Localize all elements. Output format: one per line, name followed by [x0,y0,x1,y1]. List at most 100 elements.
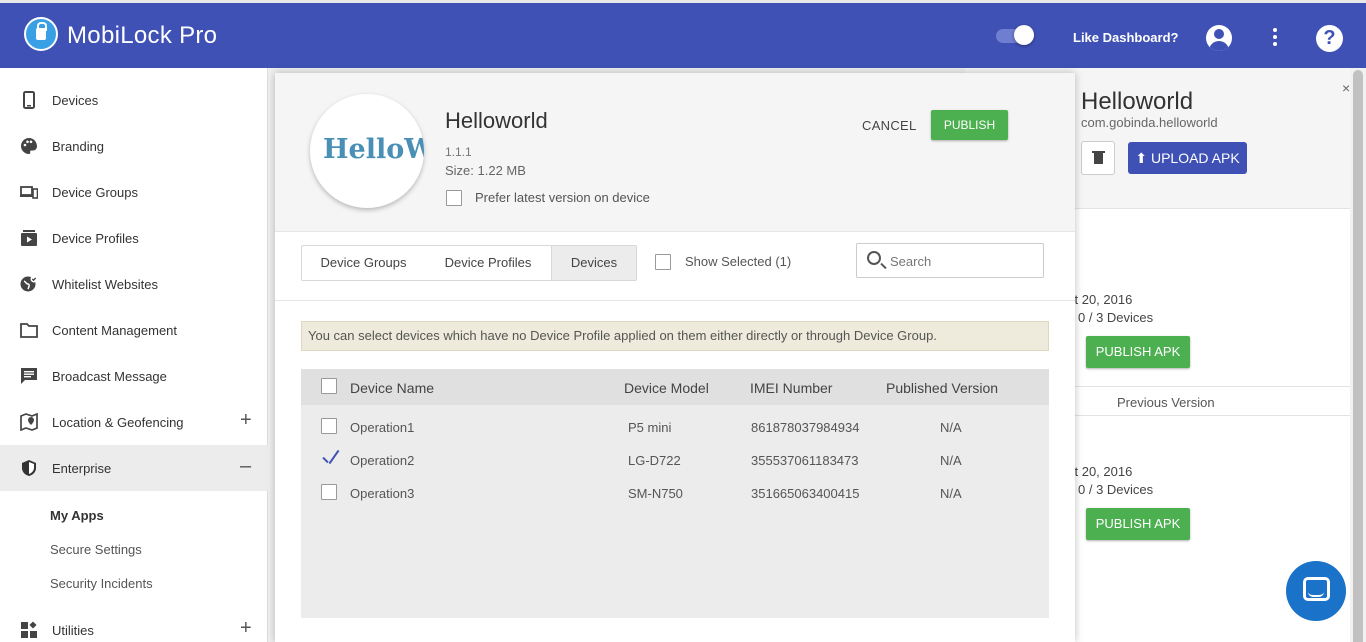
device-model-cell: P5 mini [628,420,672,435]
sidebar-subitem-secure-settings[interactable]: Secure Settings [50,542,142,557]
sidebar-item-branding[interactable]: Branding [0,123,268,169]
device-name-cell: Operation1 [350,420,415,435]
sidebar-item-label: Devices [52,93,99,108]
expand-plus-icon[interactable]: + [240,409,252,432]
show-selected-label: Show Selected (1) [685,254,792,269]
globe-check-icon [20,275,38,292]
imei-cell: 861878037984934 [751,420,860,435]
cancel-button[interactable]: CANCEL [862,118,917,133]
account-icon[interactable] [1206,25,1232,51]
sidebar-item-whitelist-websites[interactable]: Whitelist Websites [0,261,268,307]
close-icon[interactable]: × [1342,80,1350,96]
upload-apk-label: UPLOAD APK [1150,150,1240,166]
delete-button[interactable] [1081,141,1115,175]
dashboard-toggle[interactable] [996,25,1034,45]
app-package-name: com.gobinda.helloworld [1081,115,1218,130]
target-tabs: Device Groups Device Profiles Devices [301,245,637,281]
sidebar-item-devices[interactable]: Devices [0,77,268,123]
app-icon: HelloW [310,94,424,208]
sidebar-item-device-groups[interactable]: Device Groups [0,169,268,215]
device-name-cell: Operation3 [350,486,415,501]
expand-plus-icon[interactable]: + [240,617,252,640]
sidebar-item-utilities[interactable]: Utilities + [0,607,268,642]
upload-apk-button[interactable]: ⬆ UPLOAD APK [1128,142,1247,174]
publish-apk-button[interactable]: PUBLISH APK [1086,508,1190,540]
widgets-icon [21,621,37,638]
toggle-knob [1014,25,1034,45]
published-version-cell: N/A [940,486,962,501]
previous-version-label: Previous Version [1117,395,1215,410]
prefer-latest-label: Prefer latest version on device [475,190,650,205]
search-box [856,243,1044,278]
sidebar-item-enterprise[interactable]: Enterprise – [0,445,268,491]
like-dashboard-link[interactable]: Like Dashboard? [1073,30,1178,45]
palette-icon [21,138,37,154]
publish-button[interactable]: PUBLISH [931,110,1008,140]
sidebar-item-label: Utilities [52,623,94,638]
app-detail-title: Helloworld [1081,88,1194,115]
version-date: ct 20, 2016 [1068,292,1133,307]
search-input[interactable] [890,252,1035,270]
app-size: Size: 1.22 MB [445,163,526,178]
sidebar-item-location-geofencing[interactable]: Location & Geofencing + [0,399,268,445]
tab-device-groups[interactable]: Device Groups [302,246,425,280]
info-notice: You can select devices which have no Dev… [301,321,1049,351]
show-selected-checkbox[interactable] [655,254,671,270]
app-icon-text: HelloW [323,134,424,165]
sidebar: Devices Branding Device Groups Device Pr… [0,68,268,642]
sidebar-item-label: Device Groups [52,185,138,200]
published-version-cell: N/A [940,453,962,468]
sidebar-item-broadcast-message[interactable]: Broadcast Message [0,353,268,399]
row-checkbox[interactable] [321,418,337,434]
scrollbar-thumb[interactable] [1353,70,1363,642]
app-title: MobiLock Pro [67,22,218,49]
sidebar-item-label: Broadcast Message [52,369,167,384]
sidebar-item-label: Whitelist Websites [52,277,158,292]
top-app-bar: MobiLock Pro Like Dashboard? ? [0,0,1366,68]
select-all-checkbox[interactable] [321,378,337,394]
imei-cell: 355537061183473 [751,453,859,468]
collapse-minus-icon[interactable]: – [240,455,251,478]
column-header-device-model[interactable]: Device Model [624,380,709,396]
row-checkbox[interactable] [321,484,337,500]
row-checkbox-checked-icon[interactable] [320,449,342,471]
help-icon[interactable]: ? [1316,25,1343,52]
dialog-app-name: Helloworld [445,108,548,133]
map-pin-icon [20,413,38,431]
sidebar-subitem-security-incidents[interactable]: Security Incidents [50,576,153,591]
device-name-cell: Operation2 [350,453,415,468]
search-icon [867,251,881,265]
sidebar-item-device-profiles[interactable]: Device Profiles [0,215,268,261]
version-device-count: 0 / 3 Devices [1078,310,1154,325]
folder-icon [20,323,38,338]
more-vert-icon[interactable] [1268,28,1282,50]
sidebar-item-label: Enterprise [52,461,112,476]
tab-devices[interactable]: Devices [551,246,636,280]
version-device-count: 0 / 3 Devices [1078,482,1154,497]
sidebar-subitem-my-apps[interactable]: My Apps [50,508,104,523]
tab-device-profiles[interactable]: Device Profiles [425,246,551,280]
subscriptions-icon [21,230,37,246]
device-model-cell: SM-N750 [628,486,683,501]
sidebar-item-label: Content Management [52,323,178,338]
publish-apk-button[interactable]: PUBLISH APK [1086,336,1190,368]
page-scrollbar[interactable] [1350,68,1366,642]
column-header-published-version[interactable]: Published Version [886,380,998,396]
shield-icon [22,460,36,476]
sidebar-item-label: Branding [52,139,105,154]
sidebar-item-label: Location & Geofencing [52,415,184,430]
sidebar-item-label: Device Profiles [52,231,139,246]
published-version-cell: N/A [940,420,962,435]
chat-launcher-button[interactable] [1286,561,1346,621]
sidebar-item-content-management[interactable]: Content Management [0,307,268,353]
column-header-device-name[interactable]: Device Name [350,380,434,396]
mobilock-logo-icon[interactable] [24,17,58,51]
smartphone-icon [23,91,35,109]
prefer-latest-checkbox[interactable] [446,190,462,206]
chat-icon [1303,577,1330,601]
message-icon [21,368,37,384]
version-date: ct 20, 2016 [1068,464,1133,479]
column-header-imei[interactable]: IMEI Number [750,380,832,396]
device-model-cell: LG-D722 [628,453,681,468]
imei-cell: 351665063400415 [751,486,860,501]
